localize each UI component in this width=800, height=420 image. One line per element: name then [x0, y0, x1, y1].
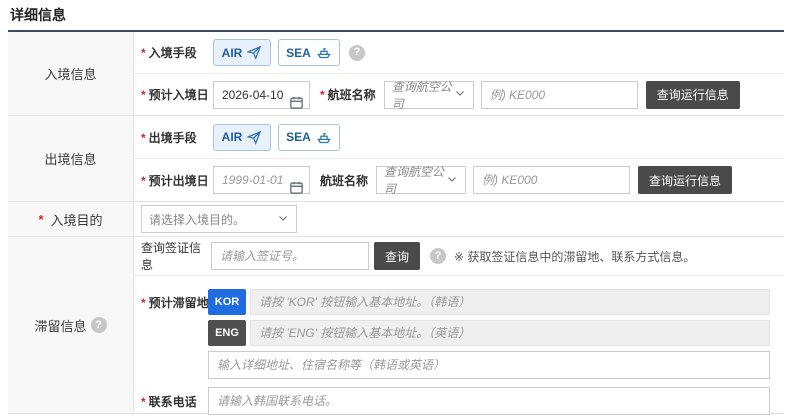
stay-address-subrow: *预计滞留地 KOR ENG: [134, 275, 784, 420]
exit-info-header-label: 出境信息: [44, 149, 96, 168]
entry-sea-label: SEA: [286, 46, 311, 60]
entry-purpose-header-label: 入境目的: [51, 210, 103, 229]
visa-note: ※ 获取签证信息中的滞留地、联系方式信息。: [454, 248, 695, 265]
visa-search-button[interactable]: 查询: [374, 242, 420, 270]
exit-date-field: [213, 166, 310, 194]
eng-address-input[interactable]: [250, 320, 770, 346]
phone-line: *联系电话: [141, 387, 770, 415]
entry-flight-label: *航班名称: [320, 86, 376, 103]
visa-help-icon[interactable]: ?: [430, 248, 446, 264]
entry-air-label: AIR: [222, 46, 243, 60]
phone-label: *联系电话: [141, 393, 207, 410]
exit-search-flight-button[interactable]: 查询运行信息: [638, 166, 732, 194]
exit-air-button[interactable]: AIR: [213, 124, 271, 151]
entry-purpose-subrow: 请选择入境目的。: [134, 202, 784, 236]
airplane-icon: [247, 130, 262, 145]
required-mark: *: [141, 296, 146, 310]
entry-method-subrow: *入境手段 AIR SEA ?: [134, 32, 784, 73]
required-mark: *: [141, 131, 146, 145]
entry-purpose-select-value: 请选择入境目的。: [149, 211, 245, 228]
kor-address-line: *预计滞留地 KOR: [141, 289, 770, 315]
stay-info-header-label: 滞留信息: [34, 316, 86, 335]
entry-air-button[interactable]: AIR: [213, 39, 271, 66]
eng-address-line: ENG: [141, 320, 770, 346]
required-mark: *: [141, 88, 146, 102]
exit-info-row: 出境信息 *出境手段 AIR SEA *预计出境日: [8, 116, 784, 202]
required-mark: *: [141, 395, 146, 409]
entry-airline-select-value: 查询航空公司: [392, 78, 454, 112]
airplane-icon: [247, 45, 262, 60]
entry-date-input[interactable]: [213, 81, 310, 109]
phone-input[interactable]: [208, 387, 770, 415]
exit-airline-select[interactable]: 查询航空公司: [376, 166, 466, 194]
chevron-down-icon: [446, 173, 458, 188]
entry-sea-button[interactable]: SEA: [278, 39, 340, 66]
detail-address-input[interactable]: [208, 351, 770, 379]
stay-info-row: 滞留信息 ? 查询签证信息 查询 ? ※ 获取签证信息中的滞留地、联系方式信息。…: [8, 237, 784, 413]
exit-date-subrow: *预计出境日 航班名称 查询航空公司 查询运行信息: [134, 158, 784, 201]
exit-airline-select-value: 查询航空公司: [384, 163, 446, 197]
entry-search-flight-button[interactable]: 查询运行信息: [646, 81, 740, 109]
exit-sea-label: SEA: [286, 130, 311, 144]
entry-purpose-select[interactable]: 请选择入境目的。: [141, 205, 297, 233]
kor-address-button[interactable]: KOR: [208, 289, 246, 315]
required-mark: *: [141, 46, 146, 60]
entry-info-header-label: 入境信息: [44, 64, 96, 83]
ship-icon: [316, 45, 332, 60]
chevron-down-icon: [277, 212, 289, 227]
exit-date-input[interactable]: [213, 166, 310, 194]
entry-info-header: 入境信息: [8, 32, 134, 115]
entry-method-label: *入境手段: [141, 44, 207, 61]
entry-method-help-icon[interactable]: ?: [349, 45, 365, 61]
stay-info-header: 滞留信息 ?: [8, 237, 134, 413]
stay-info-help-icon[interactable]: ?: [91, 317, 107, 333]
entry-date-field: [213, 81, 310, 109]
visa-number-input[interactable]: [211, 242, 369, 270]
entry-purpose-header: * 入境目的: [8, 202, 134, 236]
required-mark: *: [320, 88, 325, 102]
exit-flight-input[interactable]: [473, 166, 630, 194]
chevron-down-icon: [454, 87, 466, 102]
entry-info-row: 入境信息 *入境手段 AIR SEA ? *预计入境日: [8, 32, 784, 116]
eng-address-button[interactable]: ENG: [208, 320, 246, 346]
entry-flight-input[interactable]: [481, 81, 638, 109]
exit-air-label: AIR: [222, 130, 243, 144]
entry-date-subrow: *预计入境日 *航班名称 查询航空公司 查询运行信息: [134, 73, 784, 115]
exit-method-label: *出境手段: [141, 129, 207, 146]
entry-date-label: *预计入境日: [141, 86, 207, 103]
exit-date-label: *预计出境日: [141, 172, 207, 189]
visa-query-label: 查询签证信息: [141, 239, 207, 273]
page-title: 详细信息: [10, 5, 66, 25]
exit-method-subrow: *出境手段 AIR SEA: [134, 116, 784, 158]
detail-info-form: 详细信息 入境信息 *入境手段 AIR SEA ?: [0, 0, 800, 416]
required-mark: *: [141, 174, 146, 188]
exit-info-header: 出境信息: [8, 116, 134, 201]
visa-query-subrow: 查询签证信息 查询 ? ※ 获取签证信息中的滞留地、联系方式信息。: [134, 237, 784, 275]
detail-address-line: [141, 351, 770, 379]
detail-info-table: 入境信息 *入境手段 AIR SEA ? *预计入境日: [8, 30, 784, 414]
kor-address-input[interactable]: [250, 289, 770, 315]
entry-airline-select[interactable]: 查询航空公司: [384, 81, 474, 109]
entry-purpose-row: * 入境目的 请选择入境目的。: [8, 202, 784, 237]
ship-icon: [316, 130, 332, 145]
required-mark: *: [38, 212, 43, 227]
exit-flight-label: 航班名称: [320, 172, 368, 189]
stay-address-label: *预计滞留地: [141, 294, 207, 311]
exit-sea-button[interactable]: SEA: [278, 124, 340, 151]
